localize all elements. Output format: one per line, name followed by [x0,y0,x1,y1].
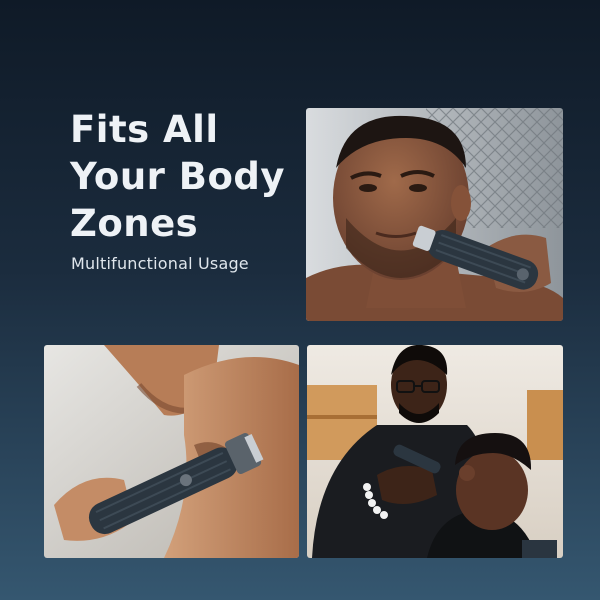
beard-trim-photo [306,108,563,321]
barber-photo [307,345,563,558]
underarm-trim-photo [44,345,299,558]
subtitle: Multifunctional Usage [71,254,249,273]
promo-canvas: Fits All Your Body Zones Multifunctional… [0,0,600,600]
headline-line-3: Zones [70,202,199,245]
headline-line-2: Your Body [70,155,286,198]
headline-line-1: Fits All [70,108,219,151]
headline: Fits All Your Body Zones [70,106,290,247]
